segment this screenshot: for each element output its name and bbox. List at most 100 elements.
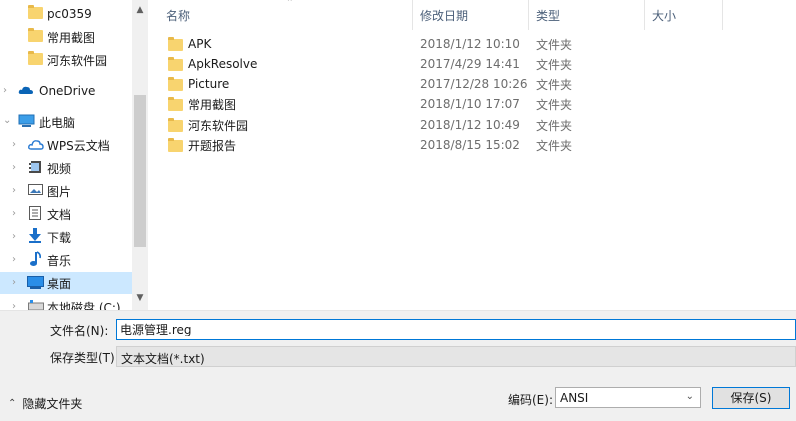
folder-icon [168, 138, 183, 152]
filetype-label: 保存类型(T): [50, 351, 119, 365]
column-header-size[interactable]: 大小 [652, 0, 722, 30]
chevron-right-icon[interactable]: › [12, 278, 20, 288]
nav-item-downloads[interactable]: › 下载 [0, 226, 132, 248]
folder-icon [168, 57, 183, 71]
nav-item-label: 音乐 [47, 253, 72, 268]
nav-item-desktop[interactable]: › 桌面 [0, 272, 132, 294]
column-divider[interactable] [528, 0, 529, 30]
filename-field[interactable] [116, 319, 796, 340]
filetype-value: 文本文档(*.txt) [121, 352, 205, 366]
column-header-type[interactable]: 类型 [536, 0, 646, 30]
save-form: 文件名(N): 保存类型(T): 文本文档(*.txt) ⌃ 隐藏文件夹 编码(… [0, 310, 796, 421]
encoding-label: 编码(E): [508, 393, 553, 407]
file-date: 2018/1/12 10:49 [420, 118, 520, 132]
chevron-right-icon[interactable]: › [12, 255, 20, 265]
chevron-right-icon[interactable]: › [3, 86, 11, 96]
file-date: 2018/1/12 10:10 [420, 37, 520, 51]
nav-item-label: 本地磁盘 (C:) [47, 300, 121, 311]
music-icon [29, 251, 45, 266]
file-type: 文件夹 [536, 77, 573, 92]
nav-item-pc0359[interactable]: pc0359 [0, 3, 132, 25]
chevron-right-icon[interactable]: › [12, 232, 20, 242]
desktop-icon [27, 276, 44, 290]
chevron-right-icon[interactable]: › [12, 302, 20, 311]
chevron-down-icon[interactable]: ⌄ [3, 116, 11, 126]
folder-icon [168, 118, 183, 132]
folder-icon [168, 37, 183, 51]
nav-item-label: 文档 [47, 207, 72, 222]
drive-icon [28, 300, 44, 310]
scrollbar-thumb[interactable] [134, 95, 146, 247]
file-name: 河东软件园 [188, 118, 249, 133]
list-item[interactable]: 常用截图 2018/1/10 17:07 文件夹 [164, 94, 754, 114]
chevron-down-icon[interactable]: ▼ [132, 290, 148, 306]
nav-scrollbar[interactable]: ▲ ▼ [132, 0, 148, 310]
nav-item-label: 河东软件园 [47, 53, 108, 68]
folder-icon [168, 77, 183, 91]
nav-item-label: 常用截图 [47, 30, 96, 45]
file-type: 文件夹 [536, 118, 573, 133]
chevron-up-icon[interactable]: ▲ [132, 2, 148, 18]
list-item[interactable]: 开题报告 2018/8/15 15:02 文件夹 [164, 135, 754, 155]
nav-item-videos[interactable]: › 视频 [0, 157, 132, 179]
file-date: 2017/12/28 10:26 [420, 77, 528, 91]
chevron-right-icon[interactable]: › [12, 186, 20, 196]
file-name: ApkResolve [188, 57, 258, 71]
encoding-select[interactable]: ANSI ⌄ [555, 387, 701, 408]
hide-folders-toggle[interactable]: ⌃ 隐藏文件夹 [8, 395, 82, 412]
column-divider[interactable] [722, 0, 723, 30]
nav-item-wps-cloud[interactable]: › WPS云文档 [0, 134, 132, 156]
pictures-icon [28, 183, 44, 197]
filetype-select[interactable]: 文本文档(*.txt) [116, 346, 796, 367]
chevron-right-icon[interactable]: › [12, 140, 20, 150]
file-type: 文件夹 [536, 57, 573, 72]
file-type: 文件夹 [536, 138, 573, 153]
nav-item-hedong[interactable]: 河东软件园 [0, 49, 132, 71]
nav-item-pictures[interactable]: › 图片 [0, 180, 132, 202]
column-divider[interactable] [644, 0, 645, 30]
documents-icon [29, 206, 45, 220]
nav-item-this-pc[interactable]: ⌄ 此电脑 [0, 111, 132, 133]
encoding-value: ANSI [560, 391, 589, 405]
list-item[interactable]: Picture 2017/12/28 10:26 文件夹 [164, 74, 754, 94]
nav-item-onedrive[interactable]: › OneDrive [0, 80, 132, 102]
file-name: 常用截图 [188, 97, 237, 112]
navigation-pane: pc0359 常用截图 河东软件园 › OneDrive ⌄ 此电脑 › WPS… [0, 0, 148, 310]
chevron-right-icon[interactable]: › [12, 163, 20, 173]
folder-icon [168, 97, 183, 111]
folder-icon [28, 51, 44, 67]
column-header-label: 名称 [166, 8, 191, 23]
sort-ascending-icon: ⌃ [286, 0, 294, 8]
column-header-label: 类型 [536, 8, 561, 23]
file-name: APK [188, 37, 212, 51]
list-item[interactable]: APK 2018/1/12 10:10 文件夹 [164, 34, 754, 54]
nav-item-label: OneDrive [39, 84, 96, 98]
column-divider[interactable] [412, 0, 413, 30]
save-button[interactable]: 保存(S) [712, 387, 790, 409]
list-item[interactable]: 河东软件园 2018/1/12 10:49 文件夹 [164, 115, 754, 135]
column-header-date[interactable]: 修改日期 [420, 0, 530, 30]
folder-icon [28, 28, 44, 44]
chevron-up-icon: ⌃ [8, 398, 17, 409]
nav-item-documents[interactable]: › 文档 [0, 203, 132, 225]
video-icon [28, 160, 44, 174]
filename-input[interactable] [120, 322, 780, 336]
file-name: 开题报告 [188, 138, 237, 153]
list-item[interactable]: ApkResolve 2017/4/29 14:41 文件夹 [164, 54, 754, 74]
column-header-label: 大小 [652, 8, 677, 23]
file-type: 文件夹 [536, 97, 573, 112]
nav-item-label: 视频 [47, 161, 72, 176]
filename-label: 文件名(N): [50, 324, 109, 338]
nav-item-label: 桌面 [47, 276, 72, 291]
chevron-down-icon: ⌄ [685, 391, 694, 402]
file-date: 2018/1/10 17:07 [420, 97, 520, 111]
file-list: 名称 ⌃ 修改日期 类型 大小 APK 2018/1/12 10:10 文件夹 … [148, 0, 796, 310]
nav-item-local-disk[interactable]: › 本地磁盘 (C:) [0, 296, 132, 310]
download-icon [28, 228, 44, 243]
nav-item-label: WPS云文档 [47, 138, 110, 153]
chevron-right-icon[interactable]: › [12, 209, 20, 219]
nav-item-label: 下载 [47, 230, 72, 245]
folder-icon [28, 5, 44, 21]
nav-item-screenshots[interactable]: 常用截图 [0, 26, 132, 48]
nav-item-music[interactable]: › 音乐 [0, 249, 132, 271]
